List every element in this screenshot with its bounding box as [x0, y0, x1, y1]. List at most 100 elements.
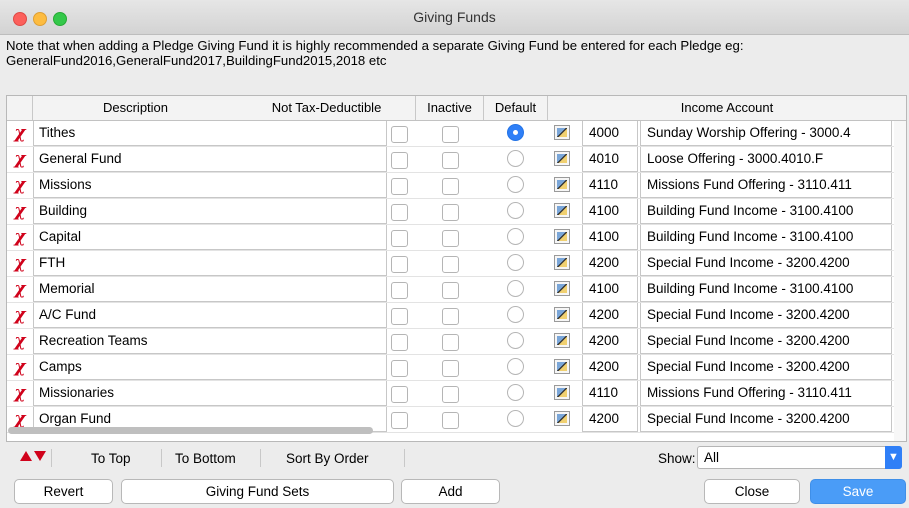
vertical-scrollbar[interactable] — [894, 121, 906, 441]
not-tax-deductible-checkbox[interactable] — [391, 204, 408, 221]
table-row[interactable]: χ A/C Fund 4200 Special Fund Income - 3200.… — [7, 303, 906, 329]
delete-x-icon[interactable]: χ — [7, 329, 33, 354]
default-radio[interactable] — [507, 228, 524, 245]
account-picker-icon[interactable] — [554, 411, 570, 426]
delete-x-icon[interactable]: χ — [7, 147, 33, 172]
table-row[interactable]: χ Building 4100 Building Fund Income - 3100… — [7, 199, 906, 225]
account-number[interactable]: 4110 — [582, 173, 638, 198]
default-radio[interactable] — [507, 280, 524, 297]
account-number[interactable]: 4200 — [582, 355, 638, 380]
not-tax-deductible-checkbox[interactable] — [391, 412, 408, 429]
description-field[interactable]: FTH — [33, 251, 387, 276]
table-row[interactable]: χ Recreation Teams 4200 Special Fund Income… — [7, 329, 906, 355]
account-number[interactable]: 4200 — [582, 303, 638, 328]
not-tax-deductible-checkbox[interactable] — [391, 360, 408, 377]
description-field[interactable]: Capital — [33, 225, 387, 250]
not-tax-deductible-checkbox[interactable] — [391, 386, 408, 403]
revert-button[interactable]: Revert — [14, 479, 113, 504]
inactive-checkbox[interactable] — [442, 230, 459, 247]
not-tax-deductible-checkbox[interactable] — [391, 230, 408, 247]
account-number[interactable]: 4100 — [582, 199, 638, 224]
account-number[interactable]: 4200 — [582, 407, 638, 432]
not-tax-deductible-checkbox[interactable] — [391, 126, 408, 143]
header-not-tax-deductible[interactable]: Not Tax-Deductible — [238, 96, 416, 120]
inactive-checkbox[interactable] — [442, 204, 459, 221]
to-top-button[interactable]: To Top — [91, 451, 131, 466]
description-field[interactable]: Missionaries — [33, 381, 387, 406]
account-picker-icon[interactable] — [554, 177, 570, 192]
inactive-checkbox[interactable] — [442, 360, 459, 377]
account-number[interactable]: 4200 — [582, 251, 638, 276]
account-number[interactable]: 4100 — [582, 225, 638, 250]
description-field[interactable]: Missions — [33, 173, 387, 198]
account-picker-icon[interactable] — [554, 359, 570, 374]
table-row[interactable]: χ Camps 4200 Special Fund Income - 3200.420… — [7, 355, 906, 381]
sort-by-order-button[interactable]: Sort By Order — [286, 451, 369, 466]
not-tax-deductible-checkbox[interactable] — [391, 308, 408, 325]
inactive-checkbox[interactable] — [442, 308, 459, 325]
table-row[interactable]: χ FTH 4200 Special Fund Income - 3200.4200 — [7, 251, 906, 277]
inactive-checkbox[interactable] — [442, 282, 459, 299]
header-default[interactable]: Default — [484, 96, 548, 120]
account-number[interactable]: 4100 — [582, 277, 638, 302]
account-picker-icon[interactable] — [554, 151, 570, 166]
not-tax-deductible-checkbox[interactable] — [391, 152, 408, 169]
account-picker-icon[interactable] — [554, 203, 570, 218]
horizontal-scrollbar[interactable] — [8, 427, 373, 434]
description-field[interactable]: Recreation Teams — [33, 329, 387, 354]
not-tax-deductible-checkbox[interactable] — [391, 256, 408, 273]
table-row[interactable]: χ Missions 4110 Missions Fund Offering - 31… — [7, 173, 906, 199]
to-bottom-button[interactable]: To Bottom — [175, 451, 236, 466]
delete-x-icon[interactable]: χ — [7, 199, 33, 224]
account-picker-icon[interactable] — [554, 333, 570, 348]
description-field[interactable]: Memorial — [33, 277, 387, 302]
description-field[interactable]: Camps — [33, 355, 387, 380]
inactive-checkbox[interactable] — [442, 386, 459, 403]
description-field[interactable]: General Fund — [33, 147, 387, 172]
save-button[interactable]: Save — [810, 479, 906, 504]
default-radio[interactable] — [507, 254, 524, 271]
inactive-checkbox[interactable] — [442, 178, 459, 195]
header-inactive[interactable]: Inactive — [416, 96, 484, 120]
account-number[interactable]: 4000 — [582, 121, 638, 146]
description-field[interactable]: A/C Fund — [33, 303, 387, 328]
header-income-account[interactable]: Income Account — [548, 96, 906, 120]
table-row[interactable]: χ Missionaries 4110 Missions Fund Offering … — [7, 381, 906, 407]
delete-x-icon[interactable]: χ — [7, 121, 33, 146]
delete-x-icon[interactable]: χ — [7, 225, 33, 250]
arrow-up-icon[interactable] — [20, 451, 32, 461]
chevron-down-icon[interactable]: ▼ — [885, 446, 902, 469]
inactive-checkbox[interactable] — [442, 256, 459, 273]
delete-x-icon[interactable]: χ — [7, 381, 33, 406]
description-field[interactable]: Building — [33, 199, 387, 224]
delete-x-icon[interactable]: χ — [7, 303, 33, 328]
inactive-checkbox[interactable] — [442, 412, 459, 429]
account-picker-icon[interactable] — [554, 255, 570, 270]
table-row[interactable]: χ Tithes 4000 Sunday Worship Offering - 300… — [7, 121, 906, 147]
default-radio[interactable] — [507, 202, 524, 219]
account-number[interactable]: 4010 — [582, 147, 638, 172]
default-radio[interactable] — [507, 358, 524, 375]
giving-fund-sets-button[interactable]: Giving Fund Sets — [121, 479, 394, 504]
account-picker-icon[interactable] — [554, 385, 570, 400]
table-row[interactable]: χ Memorial 4100 Building Fund Income - 3100… — [7, 277, 906, 303]
default-radio[interactable] — [507, 306, 524, 323]
default-radio[interactable] — [507, 150, 524, 167]
close-button[interactable]: Close — [704, 479, 800, 504]
add-button[interactable]: Add — [401, 479, 500, 504]
table-row[interactable]: χ General Fund 4010 Loose Offering - 3000.4… — [7, 147, 906, 173]
inactive-checkbox[interactable] — [442, 152, 459, 169]
default-radio[interactable] — [507, 176, 524, 193]
default-radio[interactable] — [507, 124, 524, 141]
delete-x-icon[interactable]: χ — [7, 173, 33, 198]
default-radio[interactable] — [507, 384, 524, 401]
account-picker-icon[interactable] — [554, 229, 570, 244]
inactive-checkbox[interactable] — [442, 334, 459, 351]
account-picker-icon[interactable] — [554, 125, 570, 140]
account-picker-icon[interactable] — [554, 281, 570, 296]
delete-x-icon[interactable]: χ — [7, 251, 33, 276]
account-number[interactable]: 4110 — [582, 381, 638, 406]
not-tax-deductible-checkbox[interactable] — [391, 282, 408, 299]
arrow-down-icon[interactable] — [34, 451, 46, 461]
delete-x-icon[interactable]: χ — [7, 355, 33, 380]
